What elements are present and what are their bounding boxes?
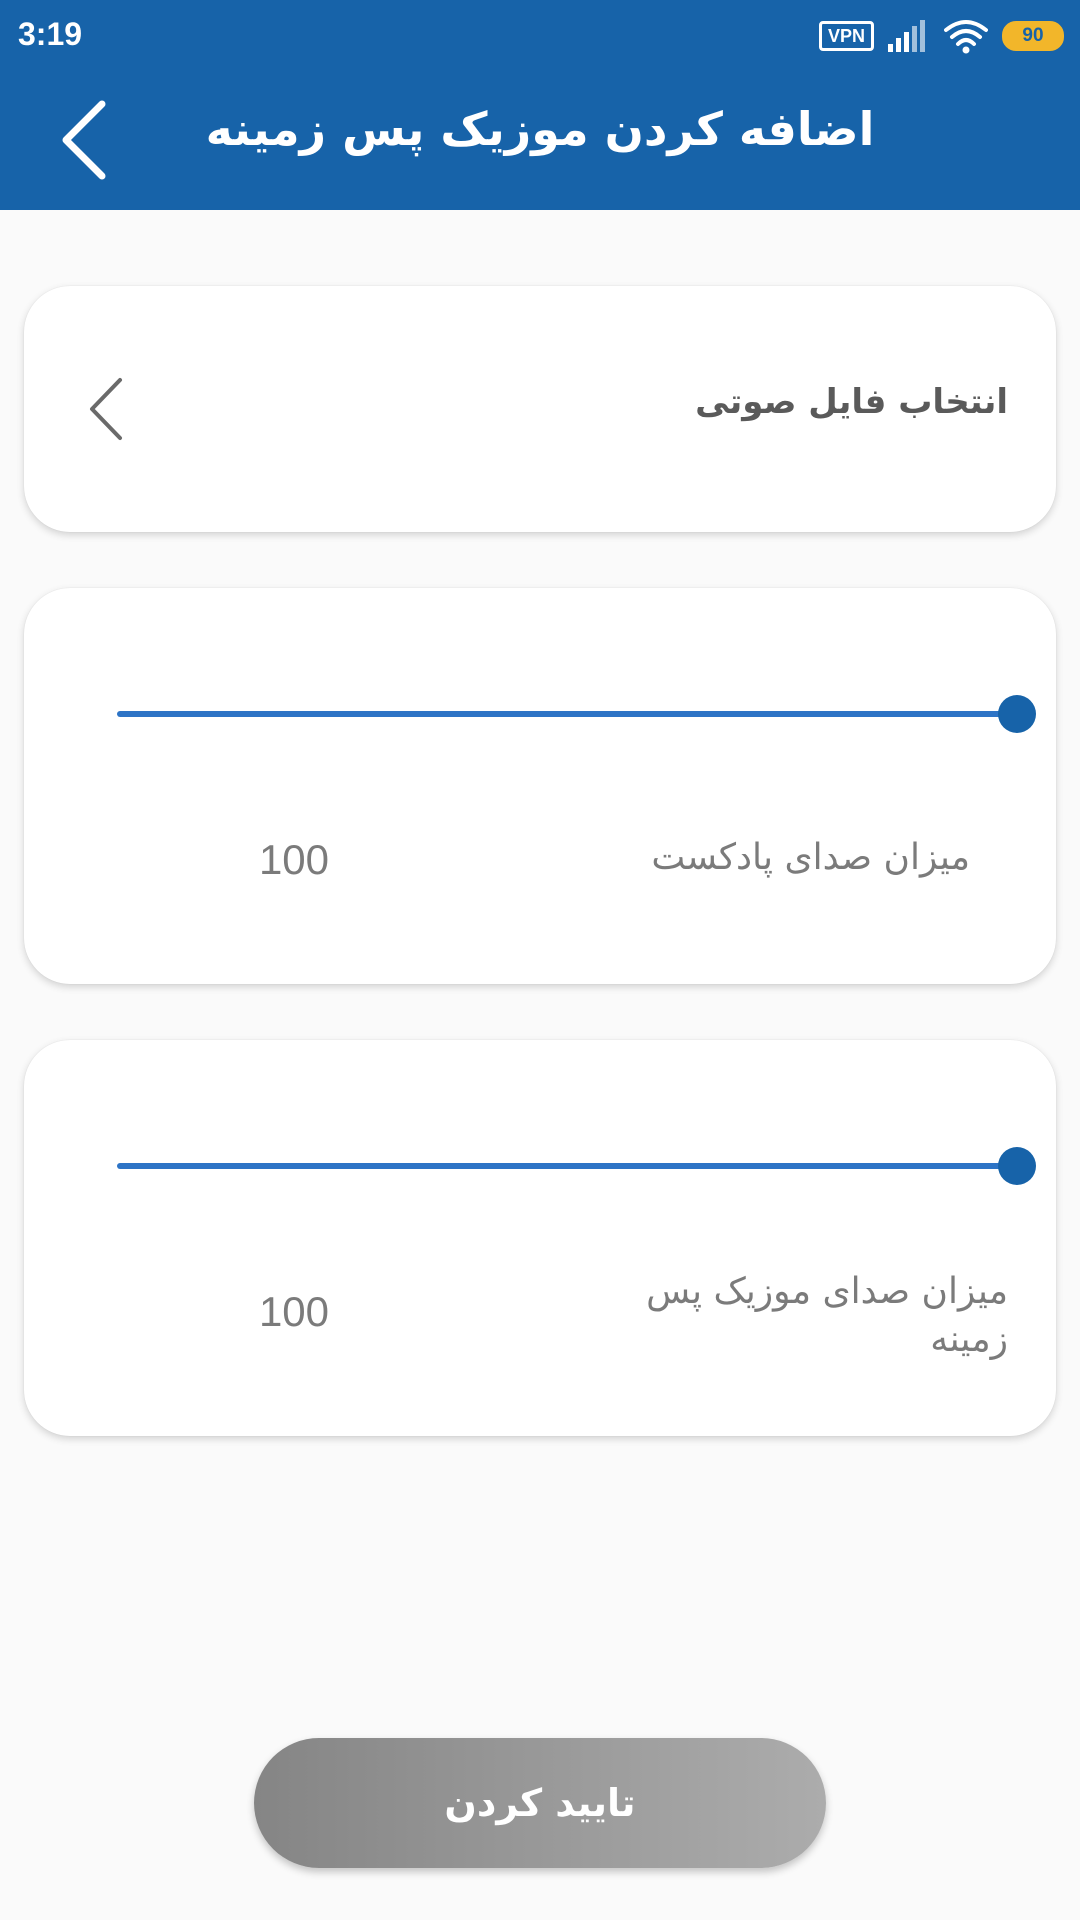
page-title: اضافه کردن موزیک پس زمینه xyxy=(205,102,875,156)
wifi-icon xyxy=(944,20,988,54)
signal-icon xyxy=(888,20,925,52)
audio-file-picker[interactable]: انتخاب فایل صوتی xyxy=(24,286,1056,532)
battery-icon: 90 xyxy=(1002,21,1064,51)
podcast-slider-thumb[interactable] xyxy=(998,695,1036,733)
chevron-left-icon xyxy=(90,378,122,440)
app-bar: اضافه کردن موزیک پس زمینه xyxy=(0,72,1080,210)
podcast-volume-slider[interactable] xyxy=(98,692,1036,736)
status-bar: 3:19 VPN 90 xyxy=(0,0,1080,72)
podcast-volume-card: 100 میزان صدای پادکست xyxy=(24,588,1056,984)
music-volume-label: میزان صدای موزیک پس زمینه xyxy=(646,1271,1008,1360)
back-button[interactable] xyxy=(50,94,130,184)
podcast-volume-label: میزان صدای پادکست xyxy=(651,837,970,878)
music-slider-track[interactable] xyxy=(117,1163,1017,1169)
podcast-volume-value: 100 xyxy=(258,836,330,883)
music-slider-thumb[interactable] xyxy=(998,1147,1036,1185)
music-volume-card: 100 میزان صدای موزیک پس زمینه xyxy=(24,1040,1056,1436)
podcast-slider-track[interactable] xyxy=(117,711,1017,717)
confirm-button[interactable]: تایید کردن xyxy=(254,1738,826,1868)
music-volume-slider[interactable] xyxy=(98,1144,1036,1188)
vpn-icon: VPN xyxy=(818,21,874,51)
status-icons: VPN 90 xyxy=(818,18,1064,54)
back-arrow-icon xyxy=(62,100,106,180)
audio-file-label: انتخاب فایل صوتی xyxy=(695,382,1008,422)
music-volume-value: 100 xyxy=(258,1288,330,1335)
status-time: 3:19 xyxy=(18,16,83,52)
top-bar: 3:19 VPN 90 اضافه کردن موزیک پس زمینه xyxy=(0,0,1080,210)
